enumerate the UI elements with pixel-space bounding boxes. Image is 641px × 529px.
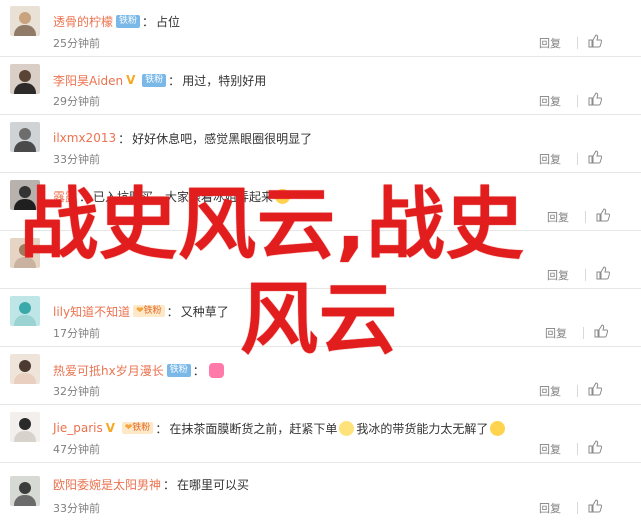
like-icon[interactable] — [596, 208, 610, 222]
comment-text: 用过，特别好用 — [182, 73, 267, 88]
comment-row: 李阳昊Aiden V 铁粉 ： 用过，特别好用 29分钟前 回复 — [0, 58, 641, 115]
comment-row: 透骨的柠檬 铁粉 ： 占位 25分钟前 回复 — [0, 0, 641, 57]
avatar[interactable] — [10, 238, 40, 268]
divider — [577, 385, 578, 397]
divider — [577, 443, 578, 455]
reply-button[interactable]: 回复 — [539, 441, 561, 457]
username[interactable]: 李阳昊Aiden — [53, 72, 123, 89]
fan-badge: 铁粉 — [166, 363, 191, 377]
comment-text-continued: 我冰的带货能力太无解了 — [356, 421, 489, 436]
reply-button[interactable]: 回复 — [539, 151, 561, 167]
username[interactable]: 透骨的柠檬 — [53, 13, 113, 30]
verified-v-icon: V — [126, 73, 136, 87]
timestamp: 17分钟前 — [53, 327, 100, 340]
username[interactable]: Jie_paris — [53, 421, 103, 435]
username[interactable]: 欧阳委婉是太阳男神 — [53, 476, 161, 493]
divider — [583, 327, 584, 339]
divider — [577, 502, 578, 514]
timestamp: 29分钟前 — [53, 95, 100, 108]
comment-row: ilxmx2013 ： 好好休息吧，感觉黑眼圈很明显了 33分钟前 回复 — [0, 116, 641, 173]
comment-text: 已入坑购买，大家跟着冰姐弄起来 — [93, 189, 274, 204]
smile-emoji-icon — [275, 188, 291, 204]
comment-text: 又种草了 — [180, 304, 229, 319]
smile-emoji-icon — [490, 420, 506, 436]
fan-badge: 铁粉 — [116, 14, 141, 28]
timestamp: 47分钟前 — [53, 443, 100, 456]
reply-button[interactable]: 回复 — [545, 325, 567, 341]
avatar[interactable] — [10, 122, 40, 152]
divider — [585, 211, 586, 223]
cat-emoji-icon — [339, 420, 355, 436]
avatar[interactable] — [10, 180, 40, 210]
fan-badge: ❤铁粉 — [133, 305, 165, 317]
like-icon[interactable] — [588, 382, 602, 396]
fan-badge: 铁粉 — [142, 73, 167, 87]
reply-button[interactable]: 回复 — [539, 35, 561, 51]
reply-button[interactable]: 回复 — [539, 500, 561, 516]
heart-emoji-icon — [208, 362, 224, 378]
username[interactable]: 热爱可抵hx岁月漫长 — [53, 362, 164, 379]
verified-v-icon: V — [105, 421, 116, 435]
like-icon[interactable] — [596, 266, 610, 280]
divider — [577, 153, 578, 165]
timestamp: 25分钟前 — [53, 37, 100, 50]
username[interactable]: lily知道不知道 — [53, 303, 130, 320]
like-icon[interactable] — [588, 440, 602, 454]
timestamp: 33分钟前 — [53, 153, 100, 166]
comment-row: 露露 ： 已入坑购买，大家跟着冰姐弄起来 回复 — [0, 174, 641, 231]
username[interactable]: ilxmx2013 — [53, 131, 116, 145]
reply-button[interactable]: 回复 — [539, 93, 561, 109]
like-icon[interactable] — [594, 324, 608, 338]
avatar[interactable] — [10, 412, 40, 442]
divider — [577, 95, 578, 107]
reply-button[interactable]: 回复 — [539, 383, 561, 399]
avatar[interactable] — [10, 354, 40, 384]
like-icon[interactable] — [588, 92, 602, 106]
timestamp: 33分钟前 — [53, 502, 100, 515]
avatar[interactable] — [10, 476, 40, 506]
timestamp: 32分钟前 — [53, 385, 100, 398]
like-icon[interactable] — [588, 150, 602, 164]
divider — [577, 37, 578, 49]
avatar[interactable] — [10, 6, 40, 36]
fan-heart-icon: ❤ — [136, 306, 144, 316]
comment-row: 回复 — [0, 232, 641, 289]
fan-badge: ❤铁粉 — [121, 422, 154, 434]
reply-button[interactable]: 回复 — [547, 267, 569, 283]
like-icon[interactable] — [588, 34, 602, 48]
comment-text: 在哪里可以买 — [177, 477, 250, 492]
comment-row: 热爱可抵hx岁月漫长 铁粉 ： 32分钟前 回复 — [0, 348, 641, 405]
like-icon[interactable] — [588, 499, 602, 513]
divider — [585, 269, 586, 281]
comment-text: 在抹茶面膜断货之前，赶紧下单 — [169, 421, 338, 436]
reply-button[interactable]: 回复 — [547, 209, 569, 225]
comment-row: lily知道不知道 ❤铁粉 ： 又种草了 17分钟前 回复 — [0, 290, 641, 347]
avatar[interactable] — [10, 296, 40, 326]
comment-text: 占位 — [156, 14, 181, 29]
avatar[interactable] — [10, 64, 40, 94]
comment-row: 欧阳委婉是太阳男神 ： 在哪里可以买 33分钟前 回复 — [0, 464, 641, 521]
comment-text: 好好休息吧，感觉黑眼圈很明显了 — [132, 131, 313, 146]
username[interactable]: 露露 — [53, 188, 77, 205]
comment-row: Jie_paris V ❤铁粉 ： 在抹茶面膜断货之前，赶紧下单 我冰的带货能力… — [0, 406, 641, 463]
comment-feed: 透骨的柠檬 铁粉 ： 占位 25分钟前 回复 李阳昊Aiden V 铁粉 ： 用… — [0, 0, 641, 529]
